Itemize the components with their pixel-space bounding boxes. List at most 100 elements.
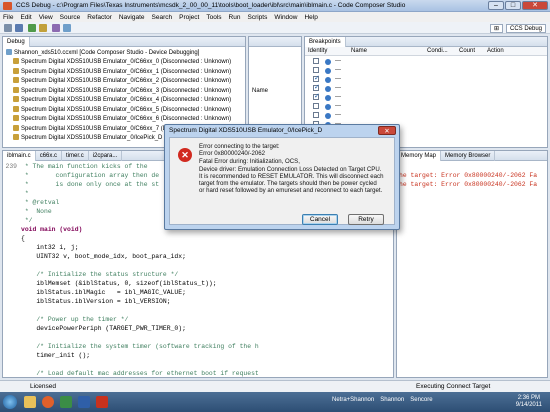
breakpoint-checkbox[interactable] bbox=[313, 103, 319, 109]
excel-icon[interactable] bbox=[60, 396, 72, 408]
breakpoint-row[interactable]: --- bbox=[305, 67, 547, 75]
code-text: /* Initialize the system timer (software… bbox=[21, 343, 259, 350]
code-text: * The main function kicks of the bbox=[21, 163, 148, 170]
save-icon[interactable] bbox=[15, 24, 23, 32]
debug-target-item[interactable]: Spectrum Digital XDS510USB Emulator_0/C6… bbox=[13, 77, 231, 85]
breakpoint-icon bbox=[325, 59, 331, 65]
build-icon[interactable] bbox=[39, 24, 47, 32]
breakpoint-row[interactable]: --- bbox=[305, 58, 547, 66]
connect-icon[interactable] bbox=[52, 24, 60, 32]
col-identity[interactable]: Identity bbox=[308, 48, 327, 54]
target-config-icon bbox=[6, 49, 12, 55]
debug-target-item[interactable]: Spectrum Digital XDS510USB Emulator_0/C6… bbox=[13, 105, 232, 114]
maximize-button[interactable]: □ bbox=[505, 1, 521, 10]
tab-memory-view[interactable]: Memory Browser bbox=[441, 150, 496, 161]
tab-editor-file[interactable]: timer.c bbox=[62, 150, 89, 161]
breakpoints-header: Identity Name Condi... Count Action bbox=[305, 47, 547, 56]
tab-editor-file[interactable]: iblmain.c bbox=[3, 150, 36, 161]
col-condition[interactable]: Condi... bbox=[427, 48, 448, 54]
taskbar-item[interactable]: Sencore bbox=[410, 397, 432, 403]
debug-target-item[interactable]: Spectrum Digital XDS510USB Emulator_0/C6… bbox=[13, 58, 231, 66]
tab-editor-file[interactable]: i2cpara... bbox=[89, 150, 123, 161]
breakpoint-row[interactable]: --- bbox=[305, 112, 547, 120]
col-count[interactable]: Count bbox=[459, 48, 475, 54]
browser-icon[interactable] bbox=[42, 396, 54, 408]
window-title-bar: CCS Debug - c:\Program Files\Texas Instr… bbox=[0, 0, 550, 12]
debug-target-item[interactable]: Spectrum Digital XDS510USB Emulator_0/C6… bbox=[13, 96, 231, 104]
new-icon[interactable] bbox=[4, 24, 12, 32]
dialog-close-button[interactable]: ✕ bbox=[378, 126, 396, 135]
cpu-core-icon bbox=[13, 124, 19, 131]
console-line: he target: Error 0x80000240/-2062 Fa bbox=[399, 181, 538, 188]
taskbar-item[interactable]: Shannon bbox=[380, 397, 404, 403]
retry-button[interactable]: Retry bbox=[348, 214, 384, 225]
breakpoint-checkbox[interactable] bbox=[313, 92, 320, 100]
breakpoint-checkbox[interactable] bbox=[313, 112, 319, 118]
menu-item-tools[interactable]: Tools bbox=[206, 14, 221, 21]
menu-item-run[interactable]: Run bbox=[229, 14, 241, 21]
menu-item-scripts[interactable]: Scripts bbox=[247, 14, 267, 21]
cpu-core-icon bbox=[13, 86, 19, 93]
col-action[interactable]: Action bbox=[487, 48, 504, 54]
perspective-ccs-debug[interactable]: CCS Debug bbox=[505, 23, 546, 33]
minimize-button[interactable]: – bbox=[488, 1, 504, 10]
breakpoint-checkbox[interactable] bbox=[313, 74, 320, 82]
breakpoint-row[interactable]: --- bbox=[305, 74, 547, 84]
breakpoint-row[interactable]: --- bbox=[305, 103, 547, 111]
menu-item-view[interactable]: View bbox=[39, 14, 53, 21]
breakpoint-row[interactable]: --- bbox=[305, 83, 547, 93]
menu-bar: File Edit View Source Refactor Navigate Search… bbox=[0, 12, 550, 22]
open-perspective-button[interactable]: ⊞ bbox=[489, 23, 503, 33]
menu-item-project[interactable]: Project bbox=[179, 14, 199, 21]
cancel-button[interactable]: Cancel bbox=[302, 214, 338, 225]
ccs-taskbar-icon[interactable] bbox=[96, 396, 108, 408]
breakpoint-checkbox[interactable] bbox=[313, 83, 320, 91]
error-message: Error connecting to the target: Error 0x8… bbox=[199, 143, 395, 194]
menu-item-refactor[interactable]: Refactor bbox=[87, 14, 112, 21]
breakpoint-checkbox[interactable] bbox=[313, 67, 319, 73]
search-icon[interactable] bbox=[63, 24, 71, 32]
code-text: */ bbox=[21, 217, 33, 224]
console-line: he target: Error 0x80000240/-2062 Fa bbox=[399, 172, 538, 179]
word-icon[interactable] bbox=[78, 396, 90, 408]
error-message-line: Error connecting to the target: bbox=[199, 143, 280, 150]
menu-item-navigate[interactable]: Navigate bbox=[119, 14, 145, 21]
cpu-core-icon bbox=[13, 58, 19, 64]
debug-root-item[interactable]: Shannon_xds510.ccxml [Code Composer Stud… bbox=[6, 49, 199, 57]
start-button-icon[interactable] bbox=[3, 395, 17, 409]
col-name[interactable]: Name bbox=[351, 48, 367, 54]
tab-editor-file[interactable]: c66x.c bbox=[36, 150, 63, 161]
tab-memory-view[interactable]: Memory Map bbox=[397, 150, 442, 161]
menu-item-edit[interactable]: Edit bbox=[20, 14, 31, 21]
taskbar-item[interactable]: Netra+Shannon bbox=[332, 397, 374, 403]
close-window-button[interactable]: ✕ bbox=[522, 1, 548, 10]
menu-item-window[interactable]: Window bbox=[274, 14, 297, 21]
line-number: 239 bbox=[5, 163, 17, 170]
code-text: iblStatus.iblMagic = ibl_MAGIC_VALUE; bbox=[21, 289, 186, 296]
debug-icon[interactable] bbox=[28, 24, 36, 32]
debug-target-item[interactable]: Spectrum Digital XDS510USB Emulator_0/C6… bbox=[13, 86, 231, 95]
code-text: iblMemset (&iblStatus, 0, sizeof(iblStat… bbox=[21, 280, 217, 287]
code-text: * configuration array then de bbox=[21, 172, 160, 179]
menu-item-search[interactable]: Search bbox=[152, 14, 173, 21]
code-text: devicePowerPeriph (TARGET_PWR_TIMER_0); bbox=[21, 325, 186, 332]
menu-item-source[interactable]: Source bbox=[60, 14, 81, 21]
tab-breakpoints[interactable]: Breakpoints bbox=[305, 36, 346, 47]
debug-target-item[interactable]: Spectrum Digital XDS510USB Emulator_0/C6… bbox=[13, 115, 231, 123]
debug-target-item[interactable]: Spectrum Digital XDS510USB Emulator_0/C6… bbox=[13, 67, 231, 76]
explorer-icon[interactable] bbox=[24, 396, 36, 408]
breakpoint-identity: --- bbox=[335, 85, 341, 91]
clock[interactable]: 2:36 PM 9/14/2011 bbox=[516, 395, 542, 409]
breakpoint-row[interactable]: --- bbox=[305, 92, 547, 102]
ccs-app-icon bbox=[3, 2, 12, 10]
progress-status: Executing Connect Target bbox=[416, 383, 491, 390]
menu-item-help[interactable]: Help bbox=[304, 14, 317, 21]
breakpoint-checkbox[interactable] bbox=[313, 58, 319, 64]
menu-item-file[interactable]: File bbox=[3, 14, 13, 21]
code-text: timer_init (); bbox=[21, 352, 91, 359]
tab-debug[interactable]: Debug bbox=[3, 36, 30, 47]
debug-target-label: Spectrum Digital XDS510USB Emulator_0/C6… bbox=[21, 106, 232, 113]
cpu-core-icon bbox=[13, 134, 19, 140]
